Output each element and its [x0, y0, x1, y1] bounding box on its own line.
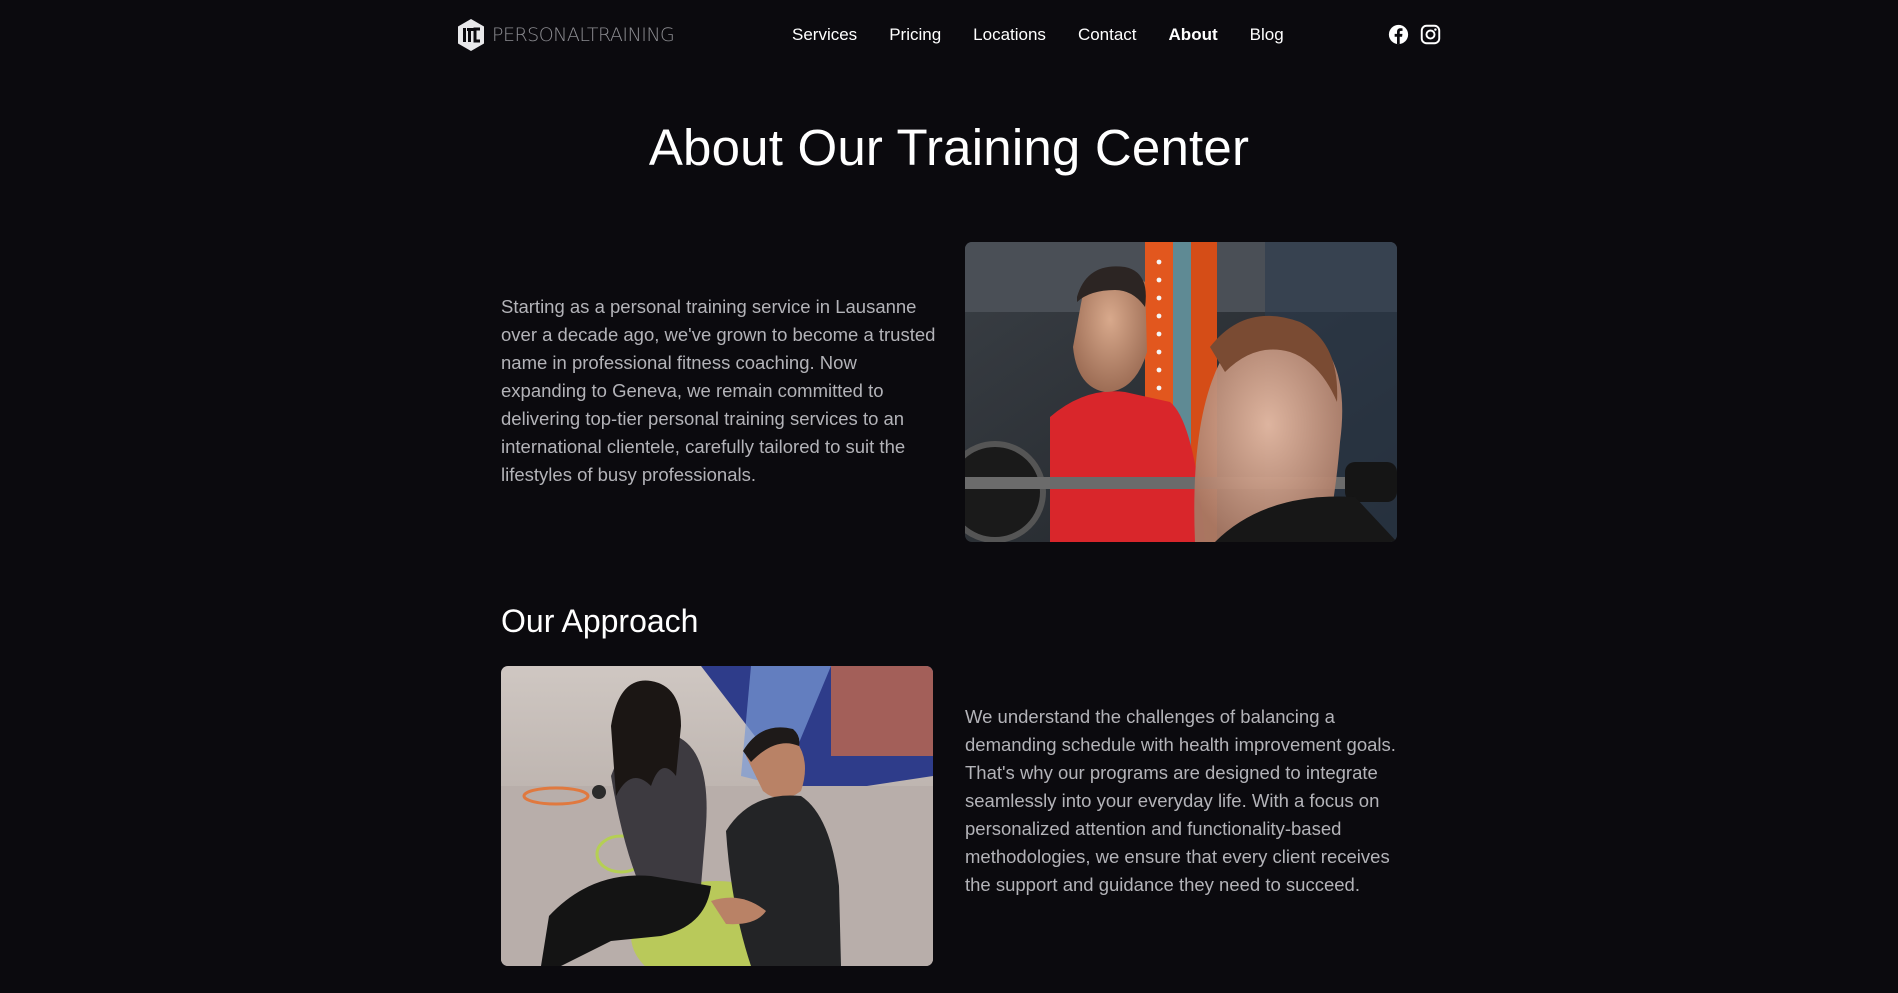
- main-nav: Services Pricing Locations Contact About…: [792, 22, 1284, 48]
- social-links: [1388, 24, 1441, 45]
- trainer-assisting-client-photo: [501, 666, 933, 966]
- nav-link-locations[interactable]: Locations: [973, 25, 1046, 45]
- approach-paragraph: We understand the challenges of balancin…: [965, 706, 1396, 895]
- site-header: PERSONALTRAINING Services Pricing Locati…: [0, 0, 1898, 70]
- nav-link-contact[interactable]: Contact: [1078, 25, 1137, 45]
- approach-heading: Our Approach: [501, 603, 699, 639]
- brand-name: PERSONALTRAINING: [492, 24, 675, 46]
- trainer-spotting-client-photo: [965, 242, 1397, 542]
- nav-link-about[interactable]: About: [1169, 25, 1218, 45]
- page-title: About Our Training Center: [648, 119, 1250, 176]
- instagram-icon[interactable]: [1420, 24, 1441, 45]
- nav-link-blog[interactable]: Blog: [1250, 25, 1284, 45]
- intro-paragraph: Starting as a personal training service …: [501, 296, 936, 485]
- brand-logo[interactable]: PERSONALTRAINING: [456, 18, 675, 52]
- ltc-hexagon-logo-icon: [456, 18, 486, 52]
- nav-link-services[interactable]: Services: [792, 25, 857, 45]
- facebook-icon[interactable]: [1388, 24, 1409, 45]
- nav-link-pricing[interactable]: Pricing: [889, 25, 941, 45]
